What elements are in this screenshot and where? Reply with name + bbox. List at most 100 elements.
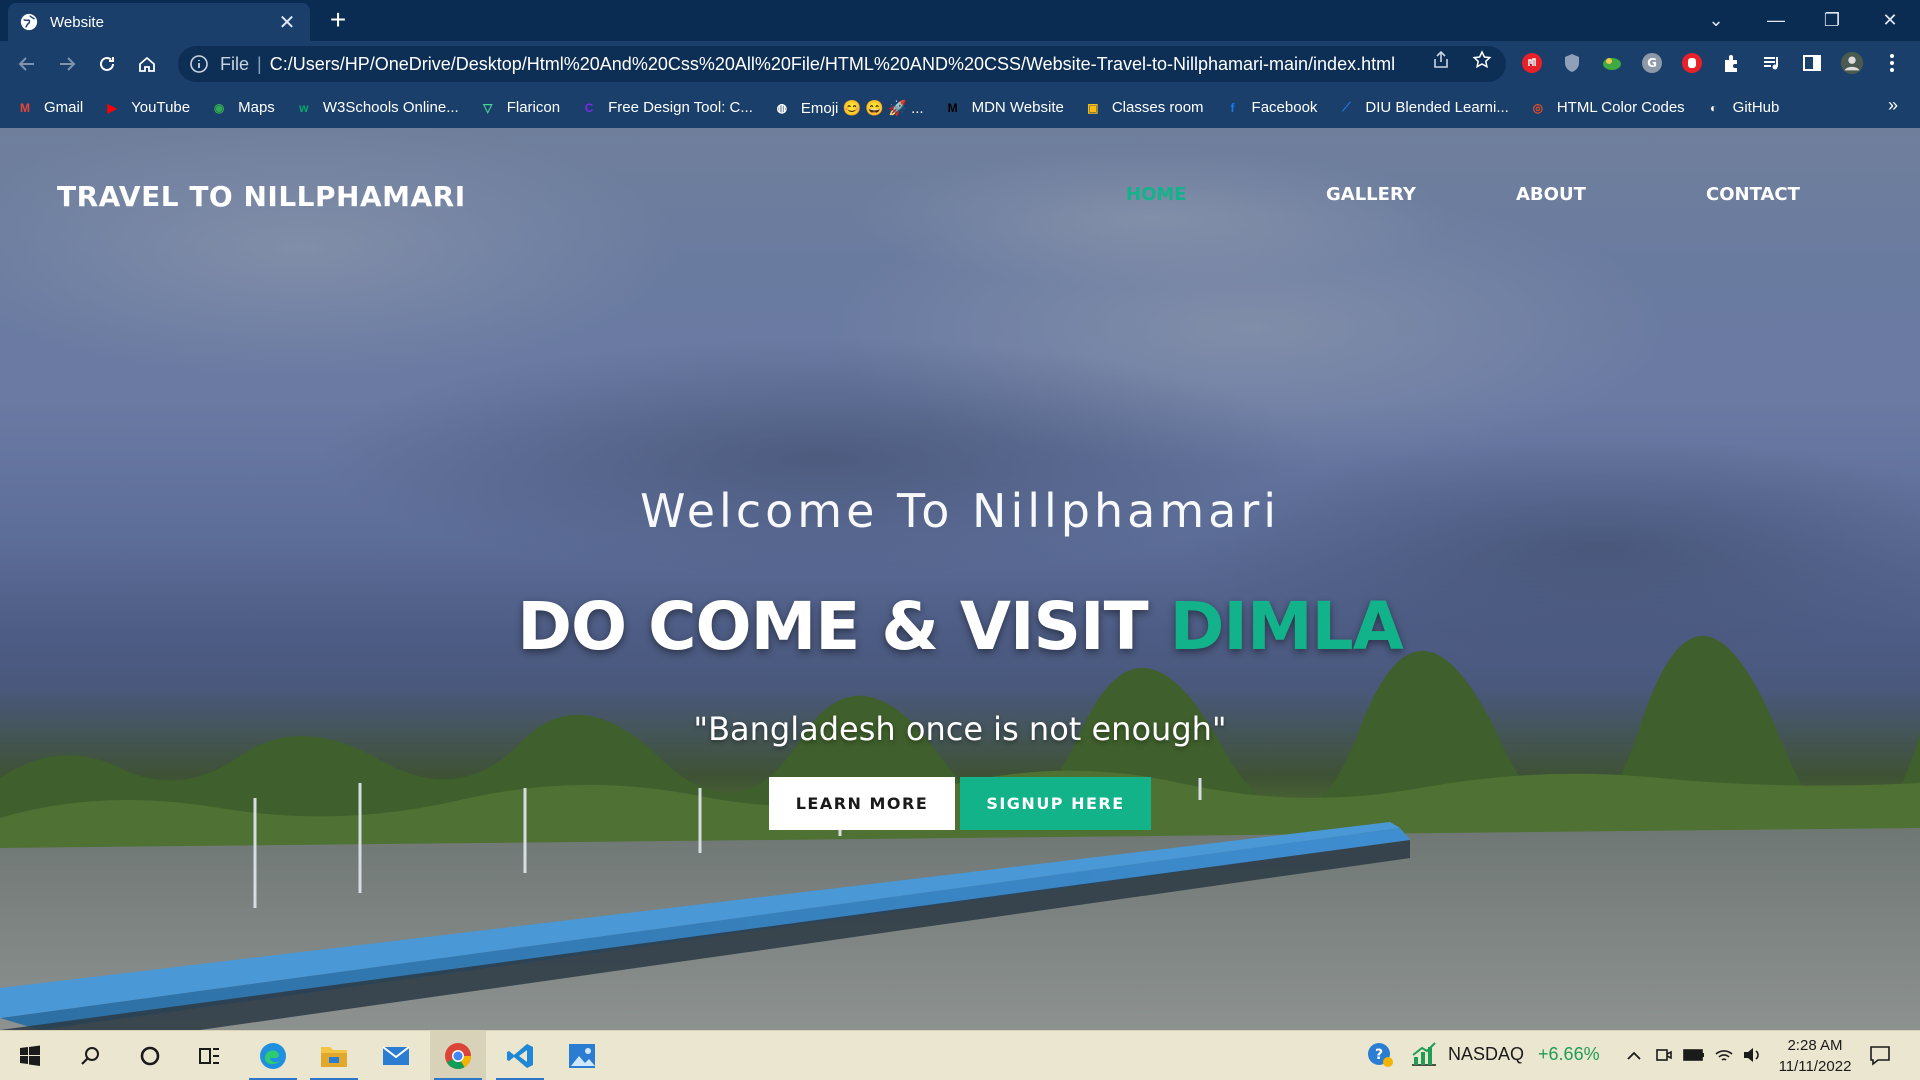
- url-scheme: File: [220, 53, 250, 74]
- media-queue-icon[interactable]: [1760, 51, 1784, 75]
- share-icon[interactable]: [1430, 49, 1452, 71]
- taskbar-vscode[interactable]: [492, 1031, 548, 1080]
- new-tab-button[interactable]: +: [322, 4, 354, 36]
- browser-tab-website[interactable]: Website ✕: [8, 3, 310, 41]
- show-hidden-icons-chevron-icon[interactable]: [1623, 1044, 1645, 1066]
- back-button[interactable]: [11, 48, 43, 80]
- nav-link-gallery[interactable]: GALLERY: [1326, 184, 1516, 205]
- facebook-icon: f: [1230, 100, 1235, 115]
- hand-stop-icon[interactable]: [1680, 51, 1704, 75]
- extensions-puzzle-icon[interactable]: [1720, 51, 1744, 75]
- clock-time: 2:28 AM: [1787, 1037, 1843, 1054]
- tab-title: Website: [50, 13, 104, 31]
- hero-quote: "Bangladesh once is not enough": [693, 710, 1227, 748]
- reload-icon: [100, 56, 114, 71]
- signup-button[interactable]: SIGNUP HERE: [960, 777, 1151, 830]
- svg-text:G: G: [1647, 56, 1657, 70]
- github-icon: ◐: [1710, 100, 1718, 115]
- taskbar-file-explorer[interactable]: [306, 1031, 362, 1080]
- bookmark-flaticon[interactable]: ▽ Flaricon: [479, 99, 560, 117]
- taskbar-chrome[interactable]: [430, 1031, 486, 1080]
- maps-icon: ◉: [213, 100, 225, 115]
- help-tips-icon[interactable]: ?: [1366, 1043, 1394, 1067]
- browser-tab-strip: Website ✕ + ⌄ — ❐ ✕: [0, 0, 1920, 41]
- bookmark-diu[interactable]: ⟋ DIU Blended Learni...: [1337, 99, 1509, 117]
- taskbar-mail[interactable]: [368, 1031, 424, 1080]
- bookmark-label: DIU Blended Learni...: [1365, 99, 1509, 116]
- home-icon: [139, 56, 155, 72]
- start-button[interactable]: [2, 1031, 58, 1080]
- globe-icon: ◍: [776, 100, 788, 115]
- battery-icon[interactable]: [1683, 1044, 1705, 1066]
- bookmarks-overflow-icon[interactable]: »: [1888, 95, 1898, 116]
- bookmark-label: Maps: [238, 99, 275, 116]
- close-window-button[interactable]: ✕: [1862, 0, 1918, 40]
- stock-chart-icon: [1412, 1042, 1436, 1066]
- shield-icon[interactable]: [1560, 51, 1584, 75]
- cortana-button[interactable]: [122, 1031, 178, 1080]
- address-bar[interactable]: File | C:/Users/HP/OneDrive/Desktop/Html…: [178, 46, 1506, 82]
- cortana-circle-icon: [140, 1046, 160, 1066]
- bookmark-github[interactable]: ◐ GitHub: [1705, 99, 1779, 117]
- wifi-icon[interactable]: [1713, 1044, 1735, 1066]
- htmlcolor-icon: ◎: [1532, 100, 1544, 115]
- bookmark-canva[interactable]: C Free Design Tool: C...: [580, 99, 753, 117]
- profile-avatar-icon[interactable]: [1840, 51, 1864, 75]
- bookmark-star-icon[interactable]: [1471, 49, 1493, 71]
- bookmark-label: YouTube: [131, 99, 191, 116]
- bookmark-globe[interactable]: ◍ Emoji 😊 😄 🚀 ...: [773, 99, 924, 117]
- restore-button[interactable]: ❐: [1804, 0, 1860, 40]
- meet-now-icon[interactable]: [1653, 1044, 1675, 1066]
- canva-icon: C: [584, 100, 594, 115]
- adblock-icon[interactable]: [1520, 51, 1544, 75]
- nav-link-about[interactable]: ABOUT: [1516, 184, 1706, 205]
- extension-green-icon[interactable]: [1600, 51, 1624, 75]
- bookmark-w3schools[interactable]: w W3Schools Online...: [295, 99, 459, 117]
- learn-more-button[interactable]: LEARN MORE: [769, 777, 955, 830]
- youtube-icon: ▶: [107, 100, 117, 115]
- stock-change: +6.66%: [1538, 1043, 1600, 1064]
- stock-widget[interactable]: NASDAQ +6.66%: [1410, 1041, 1600, 1067]
- diu-icon: ⟋: [1342, 100, 1351, 114]
- nav-link-contact[interactable]: CONTACT: [1706, 184, 1836, 205]
- nav-link-home[interactable]: HOME: [1126, 184, 1326, 205]
- bookmark-maps[interactable]: ◉ Maps: [210, 99, 275, 117]
- taskbar-photos[interactable]: [554, 1031, 610, 1080]
- notifications-icon[interactable]: [1866, 1044, 1894, 1066]
- site-logo[interactable]: TRAVEL TO NILLPHAMARI: [57, 180, 466, 213]
- bookmark-facebook[interactable]: f Facebook: [1224, 99, 1318, 117]
- bookmark-youtube[interactable]: ▶ YouTube: [103, 99, 191, 117]
- bookmark-gmail[interactable]: M Gmail: [16, 99, 83, 117]
- folder-icon: [321, 1047, 347, 1067]
- menu-kebab-icon[interactable]: [1880, 51, 1904, 75]
- tab-search-chevron-icon[interactable]: ⌄: [1688, 0, 1744, 40]
- minimize-button[interactable]: —: [1748, 0, 1804, 40]
- side-panel-icon[interactable]: [1800, 51, 1824, 75]
- hero-welcome-text: Welcome To Nillphamari: [639, 484, 1281, 538]
- gmail-icon: M: [20, 100, 30, 115]
- bookmark-label: Emoji 😊 😄 🚀 ...: [800, 99, 924, 117]
- bookmark-label: Classes room: [1111, 99, 1204, 116]
- taskbar-search-button[interactable]: [62, 1031, 118, 1080]
- arrow-left-icon: [18, 57, 34, 71]
- url-text[interactable]: C:/Users/HP/OneDrive/Desktop/Html%20And%…: [270, 54, 1395, 75]
- bookmark-classroom[interactable]: ▣ Classes room: [1084, 99, 1204, 117]
- system-clock[interactable]: 2:28 AM 11/11/2022: [1760, 1035, 1870, 1077]
- info-icon[interactable]: [188, 53, 210, 75]
- forward-button[interactable]: [51, 48, 83, 80]
- edge-icon: [260, 1043, 286, 1069]
- tab-close-icon[interactable]: ✕: [276, 10, 298, 35]
- page-viewport: TRAVEL TO NILLPHAMARI HOME GALLERY ABOUT CO…: [0, 128, 1920, 1030]
- bookmark-label: Flaricon: [506, 99, 561, 116]
- bookmark-mdn[interactable]: M MDN Website: [944, 99, 1064, 117]
- bookmark-htmlcolor[interactable]: ◎ HTML Color Codes: [1529, 99, 1685, 117]
- home-button[interactable]: [131, 48, 163, 80]
- reload-button[interactable]: [91, 48, 123, 80]
- taskbar-edge[interactable]: [245, 1031, 301, 1080]
- bookmark-label: Gmail: [44, 99, 84, 116]
- clock-date: 11/11/2022: [1778, 1058, 1852, 1075]
- grammarly-icon[interactable]: G: [1640, 51, 1664, 75]
- task-view-icon: [199, 1048, 219, 1064]
- task-view-button[interactable]: [182, 1031, 238, 1080]
- hero-background-image: [0, 128, 1920, 1030]
